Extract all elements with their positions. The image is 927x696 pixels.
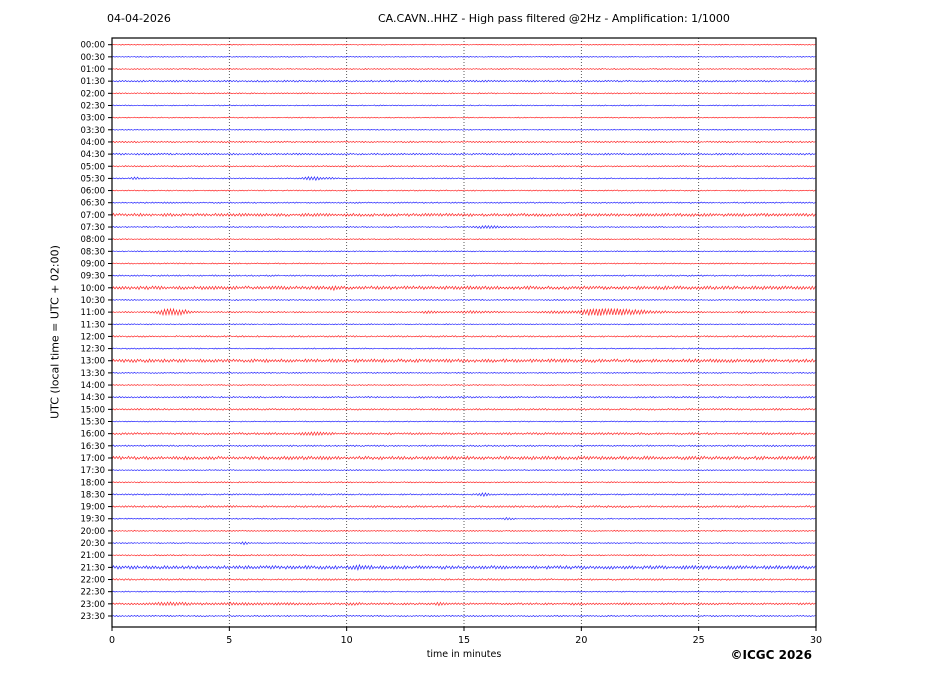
y-tick-label: 01:00 [81, 65, 106, 75]
trace-row-04:00 [111, 140, 816, 144]
trace-row-04:30 [111, 152, 816, 156]
x-tick-label: 10 [341, 635, 353, 646]
y-tick-label: 08:00 [81, 235, 106, 245]
trace-row-08:00 [111, 238, 816, 241]
x-tick-label: 5 [226, 635, 232, 646]
trace-row-17:00 [111, 455, 816, 461]
helicorder-figure: 04-04-2026 CA.CAVN..HHZ - High pass filt… [0, 0, 927, 696]
y-tick-label: 22:00 [81, 576, 106, 586]
y-tick-label: 17:00 [81, 454, 106, 464]
y-tick-label: 03:30 [81, 126, 106, 136]
y-tick-label: 07:30 [81, 223, 106, 233]
trace-row-07:30 [111, 224, 816, 230]
trace-row-15:30 [111, 420, 816, 423]
y-tick-label: 07:00 [81, 211, 106, 221]
trace-row-18:30 [111, 492, 816, 498]
x-tick-label: 20 [575, 635, 587, 646]
y-tick-label: 16:30 [81, 442, 106, 452]
y-tick-label: 16:00 [81, 430, 106, 440]
y-tick-label: 23:30 [81, 612, 106, 622]
y-tick-label: 06:30 [81, 199, 106, 209]
trace-row-13:30 [111, 371, 816, 374]
y-tick-label: 21:00 [81, 551, 106, 561]
x-tick-label: 15 [458, 635, 470, 646]
y-tick-label: 04:30 [81, 150, 106, 160]
y-tick-label: 23:00 [81, 600, 106, 610]
y-tick-label: 08:30 [81, 247, 106, 257]
y-tick-label: 05:30 [81, 174, 106, 184]
y-tick-label: 03:00 [81, 114, 106, 124]
y-tick-label: 20:00 [81, 527, 106, 537]
y-tick-label: 22:30 [81, 588, 106, 598]
copyright-notice: ©ICGC 2026 [730, 648, 812, 662]
trace-row-00:00 [111, 43, 816, 46]
trace-row-19:00 [111, 505, 816, 509]
y-tick-label: 12:00 [81, 332, 106, 342]
y-tick-label: 02:30 [81, 101, 106, 111]
x-tick-label: 25 [693, 635, 705, 646]
trace-row-02:30 [111, 104, 816, 107]
trace-row-05:00 [111, 165, 816, 168]
y-tick-label: 10:30 [81, 296, 106, 306]
trace-row-22:30 [111, 590, 816, 593]
y-tick-label: 13:00 [81, 357, 106, 367]
trace-row-12:00 [111, 335, 816, 338]
y-tick-label: 06:00 [81, 187, 106, 197]
y-tick-label: 11:30 [81, 320, 106, 330]
y-tick-label: 14:00 [81, 381, 106, 391]
y-tick-label: 04:00 [81, 138, 106, 148]
trace-row-03:00 [111, 116, 816, 119]
y-tick-label: 14:30 [81, 393, 106, 403]
trace-row-12:30 [111, 347, 816, 350]
trace-row-15:00 [111, 407, 816, 411]
trace-row-14:30 [111, 395, 816, 399]
y-tick-label: 01:30 [81, 77, 106, 87]
trace-row-09:00 [111, 262, 816, 265]
y-tick-label: 10:00 [81, 284, 106, 294]
seismogram-canvas: 00:00 00:30 01:00 01:30 02:00 02:30 03:00 03:30… [81, 37, 822, 646]
trace-row-10:00 [111, 285, 816, 292]
y-tick-label: 00:00 [81, 41, 106, 51]
x-tick-label: 0 [109, 635, 115, 646]
trace-row-10:30 [111, 298, 816, 301]
x-axis-label: time in minutes [426, 649, 502, 660]
y-tick-label: 20:30 [81, 539, 106, 549]
y-tick-label: 18:30 [81, 490, 106, 500]
y-tick-label: 18:00 [81, 478, 106, 488]
trace-row-06:00 [111, 189, 816, 192]
trace-row-03:30 [111, 128, 816, 131]
trace-row-16:30 [111, 444, 816, 448]
trace-row-19:30 [111, 516, 816, 521]
trace-row-23:30 [111, 614, 816, 618]
y-tick-label: 17:30 [81, 466, 106, 476]
y-tick-label: 00:30 [81, 53, 106, 63]
y-tick-label: 11:00 [81, 308, 106, 318]
y-tick-label: 09:00 [81, 259, 106, 269]
y-tick-label: 19:00 [81, 503, 106, 513]
y-tick-label: 05:00 [81, 162, 106, 172]
y-tick-label: 02:00 [81, 89, 106, 99]
trace-row-14:00 [111, 384, 816, 387]
trace-row-11:30 [111, 323, 816, 326]
y-tick-label: 21:30 [81, 563, 106, 573]
trace-row-18:00 [111, 481, 816, 484]
y-tick-label: 12:30 [81, 345, 106, 355]
x-tick-label: 30 [810, 635, 822, 646]
y-tick-label: 15:30 [81, 418, 106, 428]
y-tick-label: 15:00 [81, 405, 106, 415]
y-tick-label: 13:30 [81, 369, 106, 379]
y-tick-label: 19:30 [81, 515, 106, 525]
y-tick-label: 09:30 [81, 272, 106, 282]
trace-row-08:30 [111, 250, 816, 253]
